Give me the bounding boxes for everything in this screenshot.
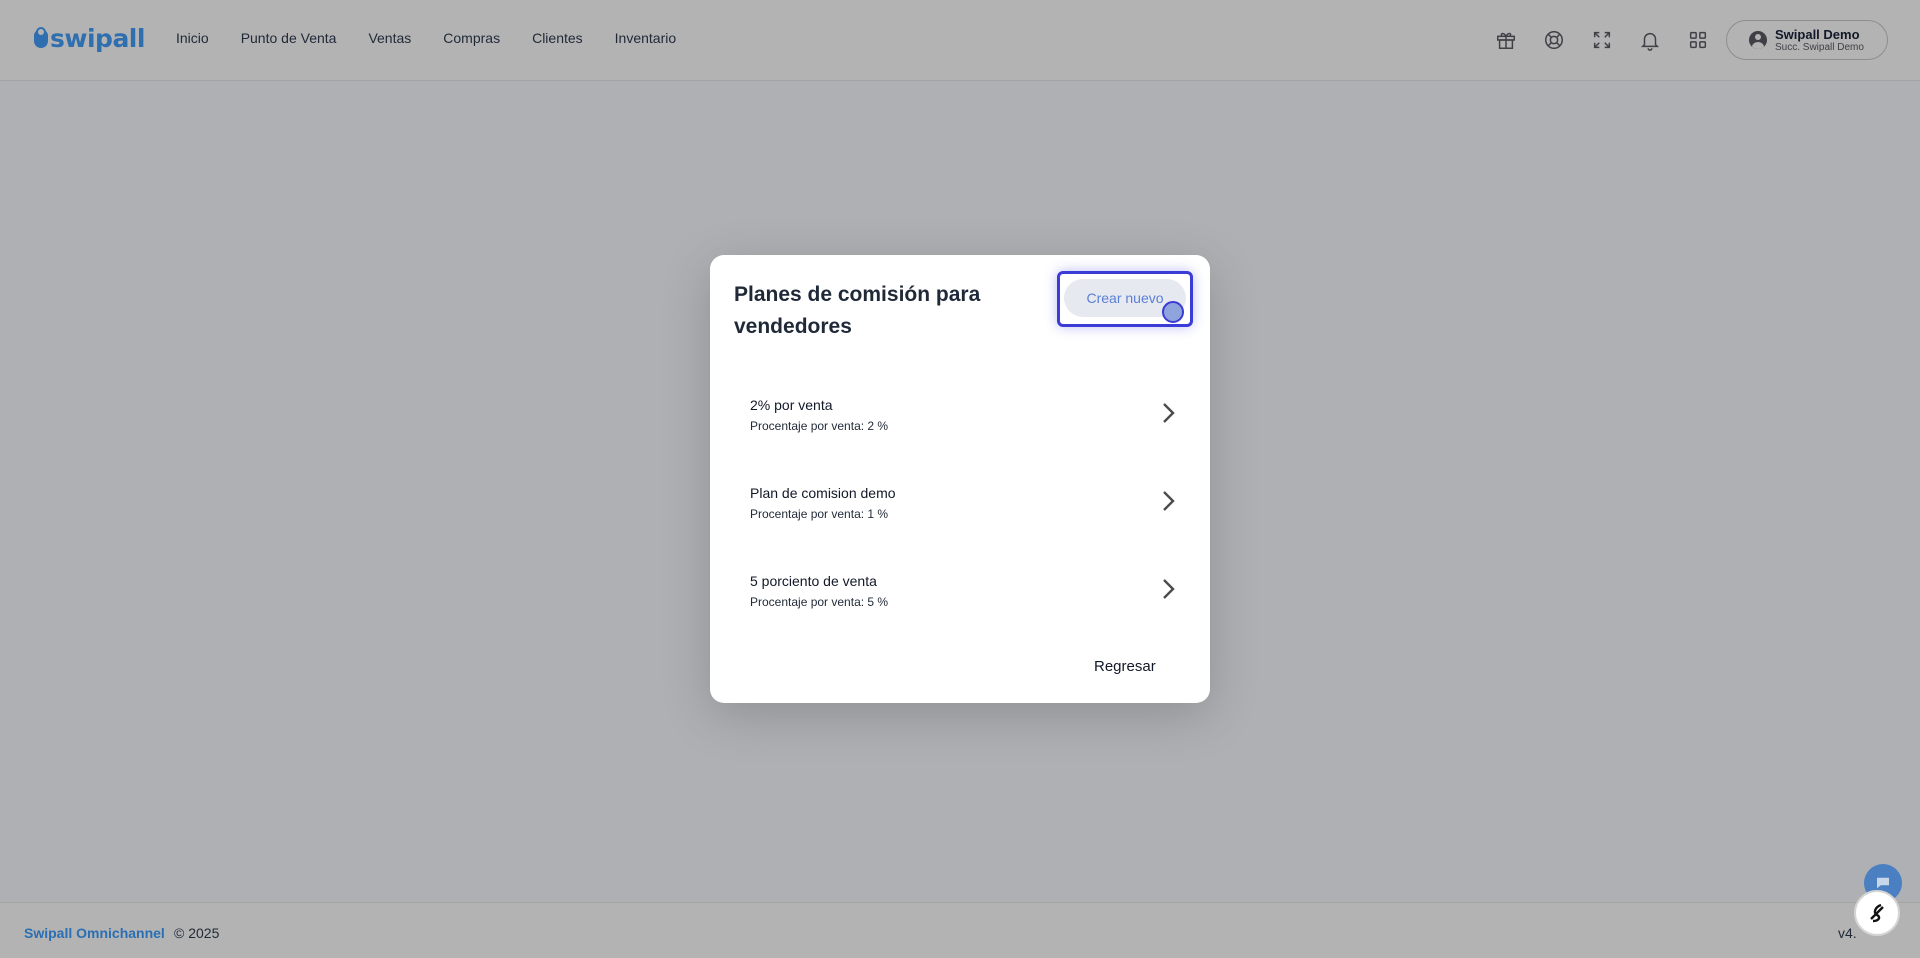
chevron-right-icon bbox=[1156, 401, 1180, 425]
app-version: v4. bbox=[1838, 925, 1857, 941]
gift-icon[interactable] bbox=[1494, 28, 1518, 52]
lifebuoy-icon[interactable] bbox=[1542, 28, 1566, 52]
page-footer: Swipall Omnichannel © 2025 v4. bbox=[0, 902, 1920, 958]
plan-description: Procentaje por venta: 2 % bbox=[750, 419, 889, 433]
fullscreen-icon[interactable] bbox=[1590, 28, 1614, 52]
back-button[interactable]: Regresar bbox=[1094, 658, 1156, 675]
user-name: Swipall Demo bbox=[1775, 26, 1860, 42]
cursor-indicator bbox=[1162, 301, 1184, 323]
plan-item[interactable]: Plan de comision demo Procentaje por ven… bbox=[726, 473, 1192, 561]
logo-text: swipall bbox=[50, 24, 145, 53]
plan-item[interactable]: 5 porciento de venta Procentaje por vent… bbox=[726, 561, 1192, 649]
plan-description: Procentaje por venta: 1 % bbox=[750, 507, 889, 521]
bell-icon[interactable] bbox=[1638, 28, 1662, 52]
user-menu[interactable]: Swipall Demo Succ. Swipall Demo bbox=[1726, 20, 1888, 60]
user-branch: Succ. Swipall Demo bbox=[1775, 41, 1864, 53]
avatar-icon bbox=[1749, 31, 1767, 49]
plan-name: 5 porciento de venta bbox=[750, 573, 877, 589]
user-info: Swipall Demo Succ. Swipall Demo bbox=[1775, 28, 1864, 53]
logo-drop-icon bbox=[34, 26, 48, 48]
chevron-right-icon bbox=[1156, 577, 1180, 601]
chevron-right-icon bbox=[1156, 489, 1180, 513]
main-nav: Inicio Punto de Venta Ventas Compras Cli… bbox=[176, 30, 708, 46]
support-widget-icon[interactable] bbox=[1854, 890, 1900, 936]
footer-brand-link[interactable]: Swipall Omnichannel bbox=[24, 925, 165, 941]
nav-inventario[interactable]: Inventario bbox=[615, 30, 676, 46]
commission-plans-modal: Planes de comisión para vendedores Crear… bbox=[710, 255, 1210, 703]
nav-ventas[interactable]: Ventas bbox=[368, 30, 411, 46]
plan-name: 2% por venta bbox=[750, 397, 833, 413]
nav-punto-de-venta[interactable]: Punto de Venta bbox=[241, 30, 337, 46]
top-header: swipall Inicio Punto de Venta Ventas Com… bbox=[0, 0, 1920, 81]
nav-compras[interactable]: Compras bbox=[443, 30, 500, 46]
swipall-logo[interactable]: swipall bbox=[34, 24, 145, 53]
plan-description: Procentaje por venta: 5 % bbox=[750, 595, 889, 609]
nav-inicio[interactable]: Inicio bbox=[176, 30, 209, 46]
modal-title: Planes de comisión para vendedores bbox=[734, 283, 981, 338]
apps-grid-icon[interactable] bbox=[1686, 28, 1710, 52]
nav-clientes[interactable]: Clientes bbox=[532, 30, 583, 46]
plan-item[interactable]: 2% por venta Procentaje por venta: 2 % bbox=[726, 385, 1192, 473]
footer-copyright: © 2025 bbox=[174, 925, 220, 941]
plan-list: 2% por venta Procentaje por venta: 2 % P… bbox=[726, 385, 1192, 649]
plan-name: Plan de comision demo bbox=[750, 485, 896, 501]
